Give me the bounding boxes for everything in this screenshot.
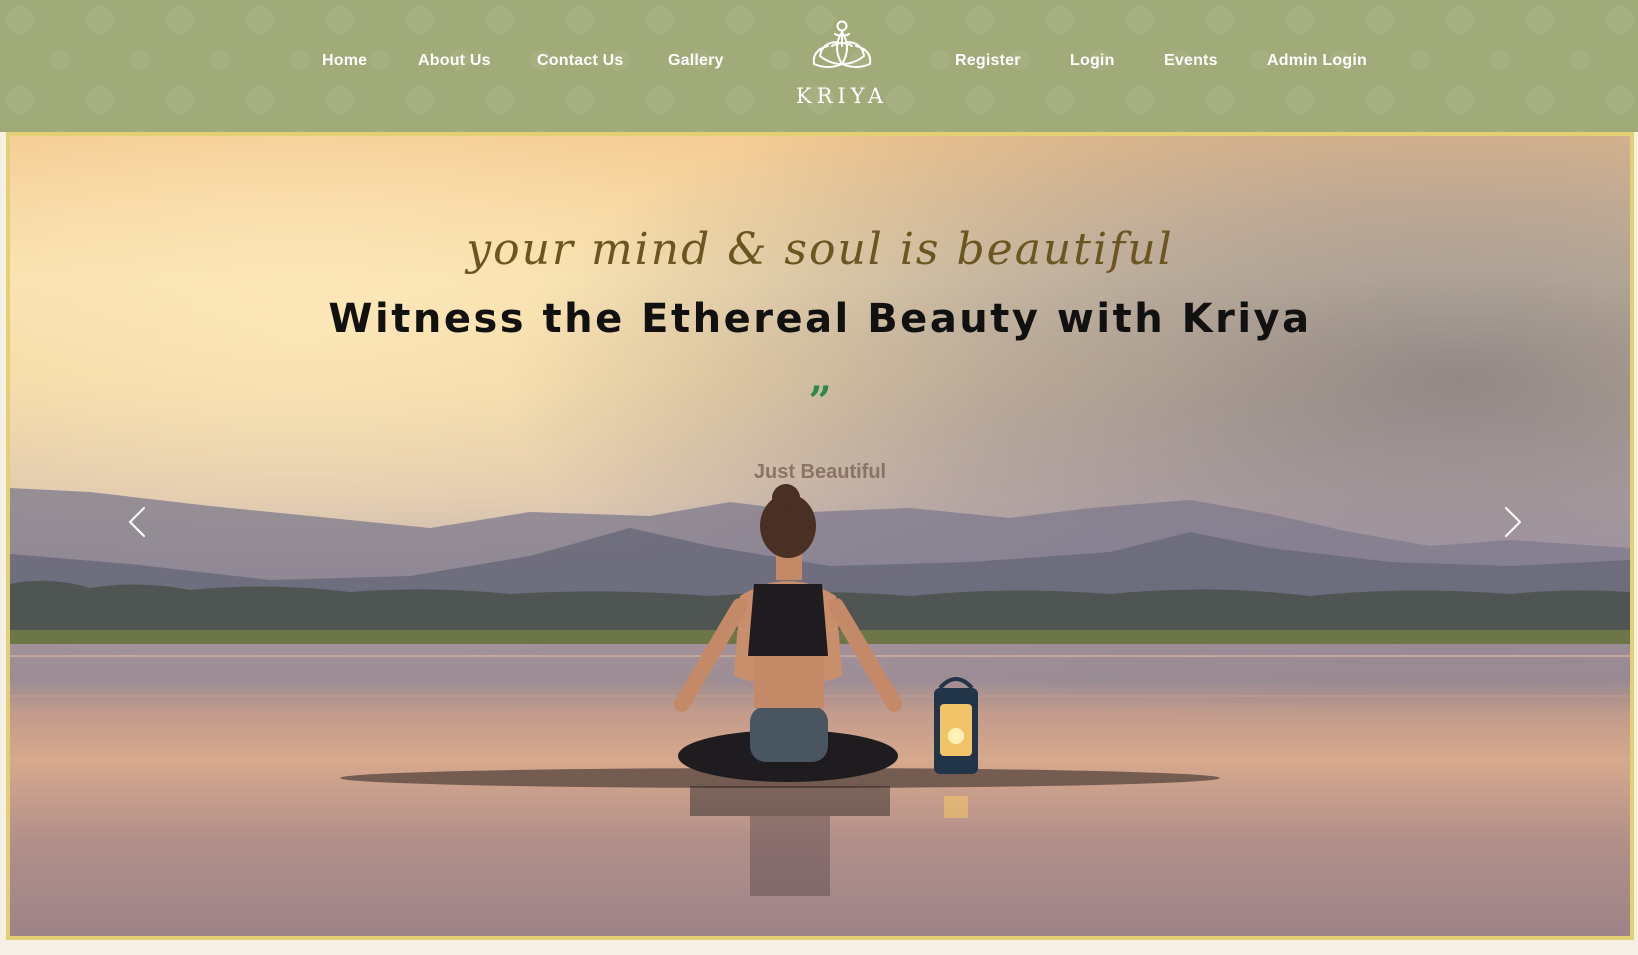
chevron-right-icon: [1505, 507, 1521, 537]
nav-events[interactable]: Events: [1164, 52, 1218, 70]
nav-about-us[interactable]: About Us: [418, 52, 491, 70]
site-logo[interactable]: KRIYA: [790, 12, 894, 112]
hero-subtext: Just Beautiful: [753, 461, 887, 483]
chevron-left-icon: [129, 507, 145, 537]
lotus-meditation-icon: [812, 20, 872, 68]
slider-prev-button[interactable]: [116, 492, 156, 552]
quote-icon: ”: [808, 378, 832, 425]
logo-text: KRIYA: [795, 84, 889, 108]
page: Home About Us Contact Us Gallery KRIYA R…: [0, 0, 1638, 955]
hero-headline: Witness the Ethereal Beauty with Kriya: [328, 296, 1312, 342]
nav-gallery[interactable]: Gallery: [668, 52, 724, 70]
nav-contact-us[interactable]: Contact Us: [537, 52, 623, 70]
nav-admin-login[interactable]: Admin Login: [1267, 52, 1367, 70]
nav-login[interactable]: Login: [1070, 52, 1115, 70]
site-header: Home About Us Contact Us Gallery KRIYA R…: [0, 0, 1638, 132]
nav-register[interactable]: Register: [955, 52, 1021, 70]
hero-tagline: your mind & soul is beautiful: [466, 224, 1174, 275]
hero-slider: your mind & soul is beautiful Witness th…: [6, 132, 1634, 940]
nav-home[interactable]: Home: [322, 52, 367, 70]
slider-next-button[interactable]: [1494, 492, 1534, 552]
